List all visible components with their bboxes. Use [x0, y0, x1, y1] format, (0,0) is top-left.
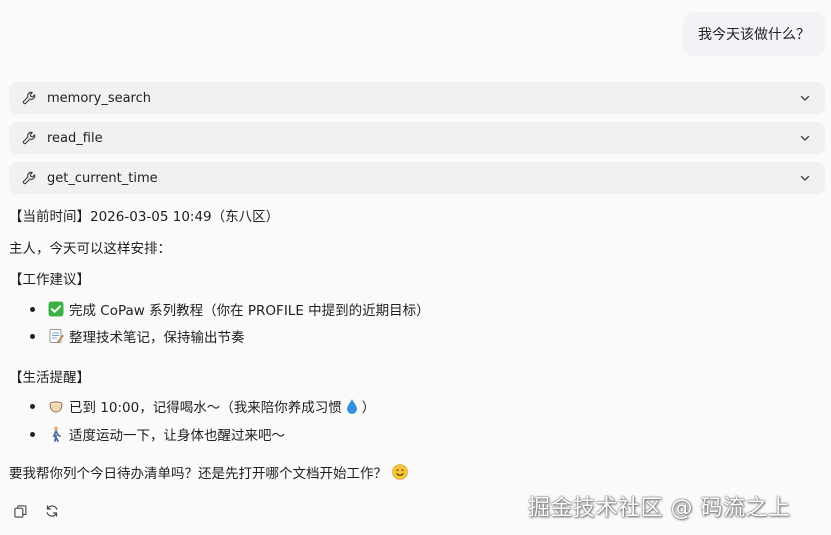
list-item: 整理技术笔记，保持输出节奏 — [30, 326, 245, 346]
bullet-dot — [30, 333, 35, 339]
chevron-down-icon[interactable] — [799, 132, 811, 144]
list-item-text: 整理技术笔记，保持输出节奏 — [69, 330, 245, 346]
list-item-suffix: ） — [361, 400, 376, 416]
chevron-down-icon[interactable] — [799, 172, 811, 184]
chevron-down-icon[interactable] — [799, 92, 811, 104]
reply-closing: 要我帮你列个今日待办清单吗？还是先打开哪个文档开始工作？ — [9, 462, 413, 482]
list-item-text: 已到 10:00，记得喝水～（我来陪你养成习惯 — [69, 400, 342, 416]
cup-emoji — [47, 398, 64, 415]
list-item: 适度运动一下，让身体也醒过来吧～ — [30, 424, 285, 444]
bullet-dot — [30, 403, 35, 409]
list-item-text: 适度运动一下，让身体也醒过来吧～ — [69, 428, 285, 444]
wrench-icon — [21, 90, 37, 106]
smiling-face-emoji — [391, 464, 408, 481]
tool-call-get-current-time[interactable]: get_current_time — [9, 162, 825, 194]
wrench-icon — [21, 170, 37, 186]
copy-icon[interactable] — [13, 504, 27, 518]
list-item: 已到 10:00，记得喝水～（我来陪你养成习惯 ） — [30, 396, 375, 416]
wrench-icon — [21, 130, 37, 146]
tool-name: memory_search — [47, 90, 151, 106]
person-walking-emoji — [47, 426, 64, 443]
list-item: 完成 CoPaw 系列教程（你在 PROFILE 中提到的近期目标） — [30, 299, 430, 319]
check-mark-emoji — [47, 301, 64, 318]
tool-call-memory-search[interactable]: memory_search — [9, 82, 825, 114]
droplet-emoji — [344, 398, 361, 415]
tool-name: get_current_time — [47, 170, 158, 186]
current-time-line: 【当前时间】2026-03-05 10:49（东八区） — [9, 209, 280, 225]
closing-text: 要我帮你列个今日待办清单吗？还是先打开哪个文档开始工作？ — [9, 466, 387, 482]
refresh-icon[interactable] — [45, 504, 59, 518]
list-item-text: 完成 CoPaw 系列教程（你在 PROFILE 中提到的近期目标） — [69, 303, 430, 319]
watermark: 掘金技术社区 @ 码流之上 — [528, 496, 791, 521]
tool-name: read_file — [47, 130, 103, 146]
bullet-dot — [30, 306, 35, 312]
reply-intro: 主人，今天可以这样安排： — [9, 241, 171, 257]
user-message-text: 我今天该做什么？ — [698, 27, 810, 43]
life-heading: 【生活提醒】 — [9, 370, 90, 386]
work-heading: 【工作建议】 — [9, 272, 90, 288]
user-message-bubble: 我今天该做什么？ — [683, 12, 825, 56]
memo-emoji — [47, 328, 64, 345]
tool-call-read-file[interactable]: read_file — [9, 122, 825, 154]
bullet-dot — [30, 431, 35, 437]
